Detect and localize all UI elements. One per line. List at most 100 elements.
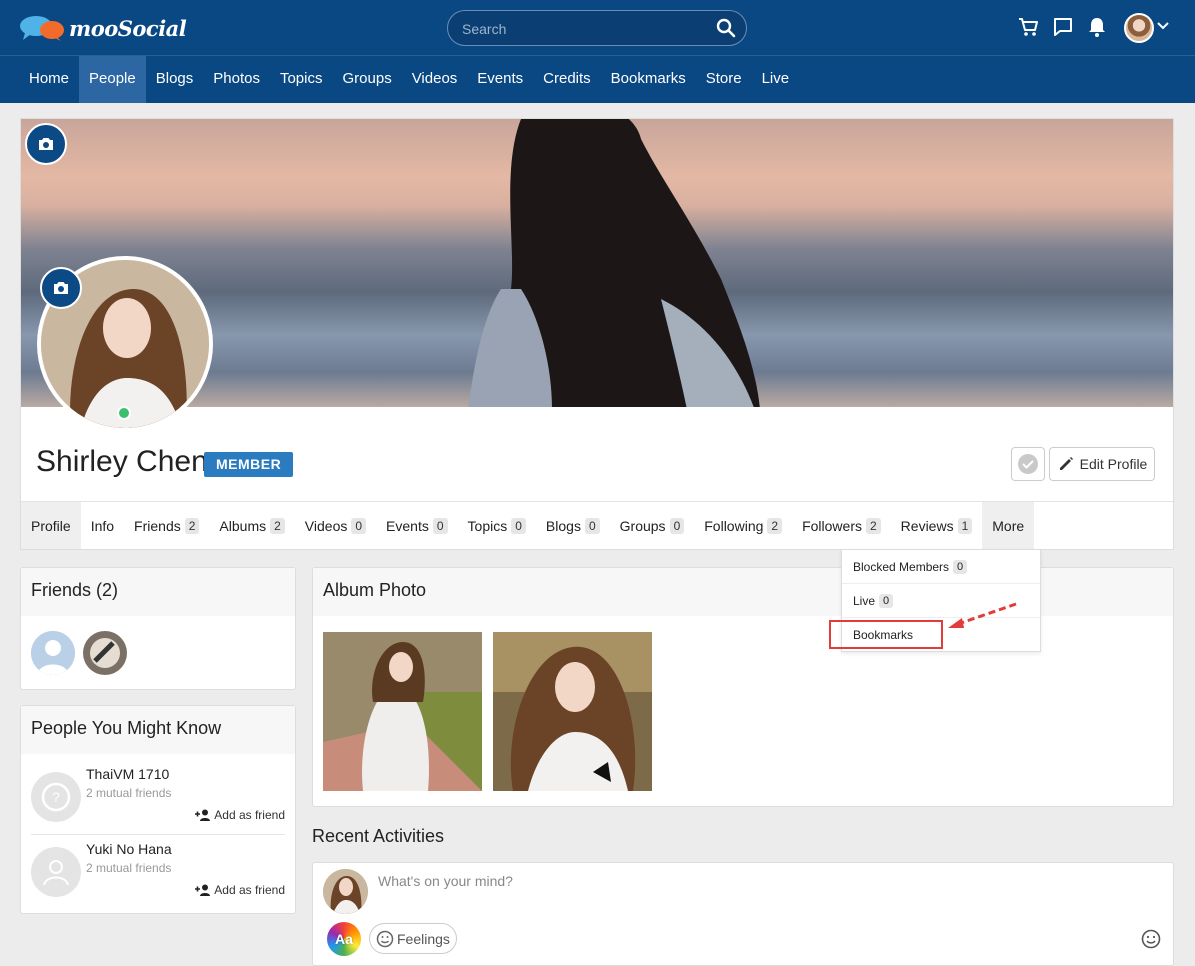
user-avatar[interactable] — [1124, 13, 1154, 43]
edit-profile-button[interactable]: Edit Profile — [1049, 447, 1155, 481]
logo[interactable]: mooSocial — [19, 14, 187, 42]
text-style-label: Aa — [335, 931, 353, 947]
feelings-label: Feelings — [397, 930, 450, 947]
tab-label: Info — [90, 517, 115, 534]
nav-item-events[interactable]: Events — [467, 56, 533, 103]
tab-topics[interactable]: Topics 0 — [458, 502, 536, 549]
tab-profile[interactable]: Profile — [21, 502, 81, 549]
cover-figure — [468, 119, 760, 407]
tab-count: 2 — [184, 517, 200, 534]
nav-item-blogs[interactable]: Blogs — [146, 56, 204, 103]
friend-avatar[interactable] — [83, 631, 127, 675]
search-input[interactable] — [462, 19, 702, 39]
avatar[interactable]: ? — [31, 772, 81, 822]
search-icon[interactable] — [716, 18, 736, 38]
person-name[interactable]: Yuki No Hana — [86, 841, 172, 857]
tab-blogs[interactable]: Blogs 0 — [536, 502, 610, 549]
nav-item-store[interactable]: Store — [696, 56, 752, 103]
add-friend-button[interactable]: Add as friend — [195, 808, 285, 822]
menu-item-label: Blocked Members — [853, 559, 950, 574]
avatar[interactable] — [31, 847, 81, 897]
recent-activities-title: Recent Activities — [312, 826, 445, 846]
logo-icon — [20, 16, 64, 41]
post-composer: What's on your mind? Aa Feelings — [312, 862, 1174, 966]
tab-label: Friends — [134, 517, 181, 534]
nav-item-videos[interactable]: Videos — [402, 56, 468, 103]
logo-text: mooSocial — [69, 15, 187, 41]
check-icon — [1018, 454, 1038, 474]
tab-reviews[interactable]: Reviews 1 — [891, 502, 983, 549]
nav-item-people[interactable]: People — [79, 56, 146, 103]
nav-item-groups[interactable]: Groups — [333, 56, 402, 103]
profile-tabs: Profile Info Friends 2 Albums 2 Videos 0 Events 0… — [21, 501, 1173, 549]
tab-count: 0 — [584, 517, 600, 534]
menu-item-count: 0 — [953, 559, 968, 574]
tab-label: Profile — [31, 517, 71, 534]
friend-avatar[interactable] — [31, 631, 75, 675]
album-card: Album Photo — [312, 567, 1174, 807]
tab-label: Groups — [619, 517, 666, 534]
tab-label: Events — [386, 517, 429, 534]
tab-friends[interactable]: Friends 2 — [124, 502, 209, 549]
nav-item-photos[interactable]: Photos — [203, 56, 270, 103]
nav-item-home[interactable]: Home — [19, 56, 79, 103]
composer-input[interactable]: What's on your mind? — [378, 873, 513, 889]
change-cover-button[interactable] — [25, 123, 67, 165]
emoji-icon[interactable] — [1141, 929, 1161, 949]
profile-header: Shirley Chen MEMBER Edit Profile Profile… — [20, 118, 1174, 550]
album-photo[interactable] — [323, 632, 482, 791]
tab-count: 0 — [669, 517, 685, 534]
cart-icon[interactable] — [1017, 16, 1039, 38]
tab-count: 1 — [957, 517, 973, 534]
menu-item-blocked-members[interactable]: Blocked Members 0 — [842, 550, 1040, 584]
tab-count: 2 — [767, 517, 783, 534]
person-name[interactable]: ThaiVM 1710 — [86, 766, 169, 782]
tab-info[interactable]: Info — [81, 502, 124, 549]
menu-item-count: 0 — [879, 593, 894, 608]
pencil-icon — [1059, 457, 1073, 470]
member-badge: MEMBER — [204, 452, 294, 477]
nav-item-live[interactable]: Live — [752, 56, 800, 103]
tab-label: Followers — [802, 517, 862, 534]
tab-following[interactable]: Following 2 — [694, 502, 792, 549]
feelings-button[interactable]: Feelings — [369, 923, 457, 954]
tab-videos[interactable]: Videos 0 — [295, 502, 376, 549]
mutual-friends: 2 mutual friends — [86, 786, 172, 800]
mutual-friends: 2 mutual friends — [86, 861, 172, 875]
add-friend-button[interactable]: Add as friend — [195, 883, 285, 897]
chat-icon[interactable] — [1052, 16, 1074, 38]
tab-count: 2 — [865, 517, 881, 534]
online-status-dot — [117, 406, 131, 420]
tab-label: Albums — [219, 517, 267, 534]
avatar — [323, 869, 368, 914]
list-item: Yuki No Hana 2 mutual friends Add as fri… — [31, 841, 285, 913]
tab-label: Blogs — [545, 517, 581, 534]
friends-card: Friends (2) — [20, 567, 296, 690]
profile-name: Shirley Chen — [36, 445, 208, 478]
nav-item-topics[interactable]: Topics — [270, 56, 333, 103]
album-photo[interactable] — [493, 632, 652, 791]
add-friend-label: Add as friend — [214, 808, 285, 822]
add-friend-label: Add as friend — [214, 883, 285, 897]
nav-item-credits[interactable]: Credits — [533, 56, 601, 103]
verify-button[interactable] — [1011, 447, 1045, 481]
bell-icon[interactable] — [1087, 16, 1107, 38]
camera-icon — [39, 138, 53, 150]
tab-followers[interactable]: Followers 2 — [792, 502, 891, 549]
tab-groups[interactable]: Groups 0 — [610, 502, 695, 549]
add-user-icon — [195, 809, 211, 821]
tab-more[interactable]: More — [982, 502, 1035, 549]
text-style-button[interactable]: Aa — [327, 922, 361, 956]
divider — [31, 834, 285, 835]
nav-item-bookmarks[interactable]: Bookmarks — [601, 56, 696, 103]
tab-label: Following — [704, 517, 764, 534]
change-avatar-button[interactable] — [40, 267, 82, 309]
top-bar: mooSocial — [0, 0, 1195, 56]
tab-albums[interactable]: Albums 2 — [209, 502, 294, 549]
chevron-down-icon[interactable] — [1157, 22, 1169, 30]
annotation-arrow — [948, 602, 1017, 628]
tab-events[interactable]: Events 0 — [376, 502, 458, 549]
main-nav: Home People Blogs Photos Topics Groups Videos E… — [0, 56, 1195, 103]
tab-count: 0 — [351, 517, 367, 534]
tab-count: 0 — [511, 517, 526, 534]
